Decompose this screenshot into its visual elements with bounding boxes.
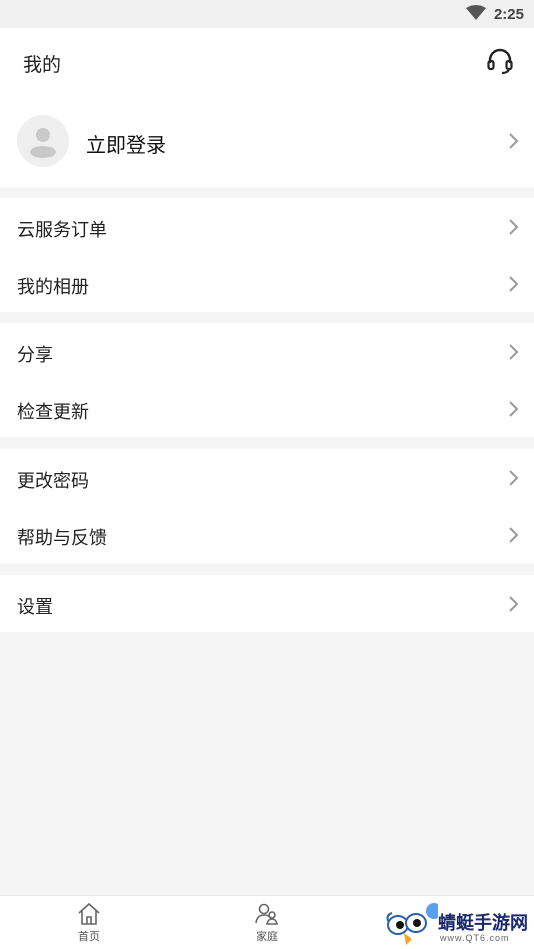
chevron-right-icon [509,401,519,417]
menu-item-label: 分享 [17,345,53,365]
menu-group-2: 分享 检查更新 [0,323,534,437]
wifi-icon [466,5,486,20]
family-icon [255,903,278,925]
chevron-right-icon [509,276,519,292]
chevron-right-icon [509,527,519,543]
nav-label: 家庭 [256,931,278,943]
menu-item-label: 更改密码 [17,471,89,491]
chevron-right-icon [509,596,519,612]
menu-item-label: 帮助与反馈 [17,528,107,548]
menu-item-label: 检查更新 [17,402,89,422]
menu-group-3: 更改密码 帮助与反馈 [0,449,534,563]
avatar [17,115,69,167]
watermark-url: www.QT6.com [440,933,510,943]
page-header: 我的 [0,28,534,96]
home-icon [78,902,100,925]
menu-item-share[interactable]: 分享 [0,323,534,380]
chevron-right-icon [509,344,519,360]
menu-item-check-update[interactable]: 检查更新 [0,380,534,437]
dragonfly-logo-icon [386,903,442,945]
nav-label: 首页 [78,931,100,943]
menu-item-change-password[interactable]: 更改密码 [0,449,534,506]
login-row[interactable]: 立即登录 [0,96,534,187]
menu-item-label: 设置 [17,597,53,617]
menu-item-my-album[interactable]: 我的相册 [0,255,534,312]
menu-item-label: 云服务订单 [17,220,107,240]
menu-item-cloud-orders[interactable]: 云服务订单 [0,198,534,255]
menu-item-settings[interactable]: 设置 [0,575,534,632]
headset-icon[interactable] [486,48,514,76]
menu-group-4: 设置 [0,575,534,632]
nav-tab-home[interactable]: 首页 [49,902,129,944]
page-title: 我的 [23,55,62,76]
menu-group-1: 云服务订单 我的相册 [0,198,534,312]
chevron-right-icon [509,133,519,149]
menu-item-label: 我的相册 [17,277,89,297]
login-label: 立即登录 [86,135,166,157]
chevron-right-icon [509,470,519,486]
status-time: 2:25 [493,6,524,23]
watermark-logo: 蜻蜓手游网 www.QT6.com [386,901,534,949]
status-bar: 2:25 [0,0,534,28]
menu-item-help-feedback[interactable]: 帮助与反馈 [0,506,534,563]
watermark-text: 蜻蜓手游网 [438,913,528,933]
nav-tab-family[interactable]: 家庭 [227,902,307,944]
default-avatar-icon [30,128,56,158]
chevron-right-icon [509,219,519,235]
